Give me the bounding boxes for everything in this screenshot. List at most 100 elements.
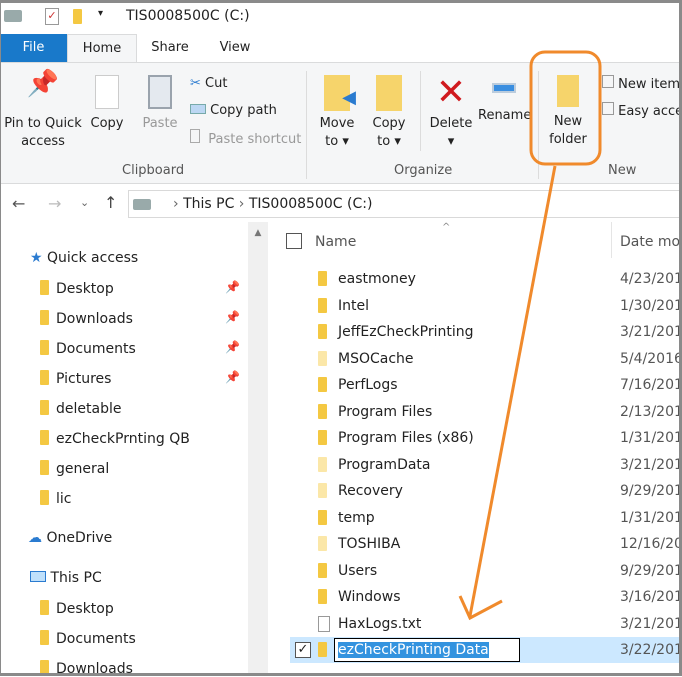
rename-button[interactable]: Rename (478, 75, 531, 125)
move-to-button[interactable]: ◀ Move to ▾ (314, 75, 360, 151)
nav-quick-item[interactable]: lic (40, 490, 244, 507)
folder-icon (318, 430, 327, 445)
drive-icon (133, 199, 151, 210)
list-item[interactable]: HaxLogs.txt 3/21/201 (290, 611, 682, 637)
nav-pc-item[interactable]: Downloads (40, 660, 133, 677)
folder-icon (40, 660, 49, 675)
recent-locations-icon[interactable]: ⌄ (80, 196, 89, 209)
copy-path-button[interactable]: Copy path (190, 102, 277, 120)
list-item[interactable]: MSOCache 5/4/2016 (290, 346, 682, 372)
paste-button[interactable]: Paste (138, 75, 182, 133)
text-file-icon (318, 615, 330, 632)
folder-icon (40, 490, 49, 505)
breadcrumb-drive[interactable]: TIS0008500C (C:) (249, 196, 373, 212)
back-icon[interactable]: ← (12, 194, 25, 213)
folder-icon (318, 377, 327, 392)
nav-pc-item[interactable]: Documents (40, 630, 136, 647)
pinned-icon[interactable]: 📌 (225, 340, 240, 354)
scissors-icon: ✂ (190, 76, 201, 91)
cut-button[interactable]: ✂ Cut (190, 75, 227, 93)
folder-icon (318, 642, 327, 657)
list-item[interactable]: PerfLogs 7/16/201 (290, 372, 682, 398)
pin-to-quick-access-button[interactable]: 📌 Pin to Quick access (4, 71, 82, 151)
easy-access-button[interactable]: Easy access (602, 102, 682, 121)
breadcrumb-this-pc[interactable]: This PC (183, 196, 234, 212)
sort-ascending-icon: ^ (442, 222, 451, 233)
pinned-icon[interactable]: 📌 (225, 280, 240, 294)
new-folder-button[interactable]: New folder (546, 75, 590, 149)
list-item[interactable]: eastmoney 4/23/201 (290, 266, 682, 292)
column-date-modified[interactable]: Date mod (620, 234, 682, 250)
up-icon[interactable]: ↑ (104, 193, 117, 212)
move-to-icon: ◀ (324, 75, 356, 111)
folder-icon (318, 456, 327, 472)
list-item[interactable]: Windows 3/16/201 (290, 584, 682, 610)
nav-quick-item[interactable]: general (40, 460, 244, 477)
row-checkbox[interactable]: ✓ (295, 642, 311, 658)
folder-icon (318, 483, 327, 498)
folder-icon (318, 509, 327, 525)
list-item[interactable]: Program Files 2/13/201 (290, 399, 682, 425)
divider (420, 71, 421, 151)
list-item[interactable]: Users 9/29/201 (290, 558, 682, 584)
forward-icon[interactable]: → (48, 194, 61, 213)
nav-quick-item[interactable]: Pictures 📌 (40, 370, 244, 387)
new-item-button[interactable]: New item (602, 75, 680, 94)
pinned-icon[interactable]: 📌 (225, 370, 240, 384)
tab-home[interactable]: Home (67, 34, 137, 62)
nav-onedrive[interactable]: ☁ OneDrive (28, 530, 112, 546)
divider (538, 71, 539, 179)
nav-pc-item[interactable]: Desktop (40, 600, 114, 617)
paste-shortcut-button[interactable]: Paste shortcut (190, 129, 301, 149)
properties-icon[interactable]: ✓ (45, 8, 59, 25)
folder-icon (40, 600, 49, 615)
rename-input[interactable]: ezCheckPrinting Data (334, 638, 520, 662)
new-folder-quick-icon[interactable] (73, 9, 82, 24)
tab-file[interactable]: File (0, 34, 67, 62)
nav-this-pc[interactable]: This PC (30, 570, 102, 586)
list-item[interactable]: ProgramData 3/21/201 (290, 452, 682, 478)
list-item[interactable]: JeffEzCheckPrinting 3/21/201 (290, 319, 682, 345)
tab-view[interactable]: View (205, 34, 265, 62)
nav-quick-item[interactable]: ezCheckPrnting QB (40, 430, 244, 447)
list-item-new-folder[interactable]: ✓ ezCheckPrinting Data 3/22/201 (290, 637, 682, 663)
tab-share[interactable]: Share (140, 34, 200, 62)
scroll-up-icon[interactable]: ▲ (248, 228, 268, 238)
column-name[interactable]: Name (315, 234, 356, 250)
nav-quick-item[interactable]: Downloads 📌 (40, 310, 244, 327)
address-bar[interactable]: › This PC › TIS0008500C (C:) (128, 190, 682, 218)
select-all-checkbox[interactable] (286, 233, 302, 249)
navigation-pane: ★ Quick access Desktop 📌 Downloads 📌 Documen… (0, 222, 248, 677)
easy-access-icon (602, 102, 614, 115)
nav-scrollbar[interactable]: ▲ (248, 222, 268, 676)
nav-quick-item[interactable]: deletable (40, 400, 244, 417)
list-item[interactable]: temp 1/31/201 (290, 505, 682, 531)
window-title: TIS0008500C (C:) (126, 8, 250, 24)
folder-icon (318, 297, 327, 313)
list-item[interactable]: Program Files (x86) 1/31/201 (290, 425, 682, 451)
delete-button[interactable]: ✕ Delete ▾ (428, 73, 474, 151)
list-item[interactable]: Intel 1/30/201 (290, 293, 682, 319)
nav-quick-access[interactable]: ★ Quick access (30, 250, 138, 266)
group-organize: Organize (394, 163, 453, 178)
drive-icon (4, 10, 22, 22)
folder-icon (557, 75, 579, 107)
cloud-icon: ☁ (28, 530, 42, 546)
nav-quick-item[interactable]: Desktop 📌 (40, 280, 244, 297)
folder-icon (40, 370, 49, 385)
computer-icon (30, 571, 46, 582)
copy-path-icon (190, 104, 206, 114)
list-item[interactable]: TOSHIBA 12/16/20 (290, 531, 682, 557)
folder-icon (318, 536, 327, 551)
copy-to-icon (376, 75, 402, 111)
customize-toolbar-icon[interactable]: ▾ (98, 8, 103, 19)
folder-icon (40, 430, 49, 445)
folder-icon (318, 271, 327, 286)
ribbon: 📌 Pin to Quick access Copy Paste ✂ Cut Co… (0, 62, 682, 184)
pinned-icon[interactable]: 📌 (225, 310, 240, 324)
list-item[interactable]: Recovery 9/29/201 (290, 478, 682, 504)
copy-to-button[interactable]: Copy to ▾ (366, 75, 412, 151)
copy-button[interactable]: Copy (86, 75, 128, 133)
folder-icon (40, 280, 49, 295)
nav-quick-item[interactable]: Documents 📌 (40, 340, 244, 357)
